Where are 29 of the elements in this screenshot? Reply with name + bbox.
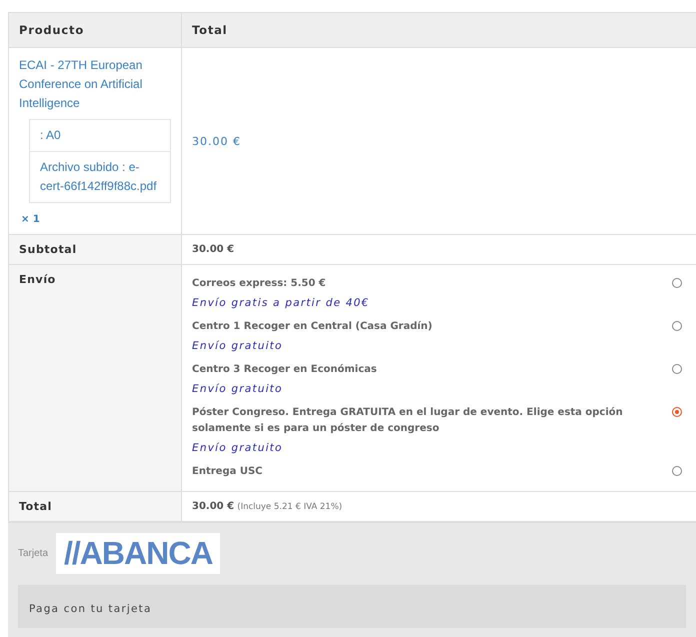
subtotal-value: 30.00 € xyxy=(192,244,236,255)
shipping-note: Envío gratuito xyxy=(192,340,284,352)
shipping-note: Envío gratuito xyxy=(192,442,284,454)
quantity: × 1 xyxy=(21,214,40,225)
product-link[interactable]: ECAI - 27TH European Conference on Artificial Intelligence xyxy=(19,56,171,113)
shipping-option: Póster Congreso. Entrega GRATUITA en el lugar de evento. Elige esta opción solamente si es para un póster de congreso xyxy=(192,405,642,437)
line-total: 30.00 € xyxy=(192,134,242,148)
column-header: Total xyxy=(182,13,696,48)
shipping-note: Envío gratis a partir de 40€ xyxy=(192,297,370,309)
shipping-option: Centro 1 Recoger en Central (Casa Gradín) xyxy=(192,319,432,335)
shipping-note: Envío gratuito xyxy=(192,383,284,395)
payment-method-label[interactable]: Tarjeta xyxy=(18,548,48,559)
shipping-option: Centro 3 Recoger en Económicas xyxy=(192,362,377,378)
bank-logo: //ABANCA xyxy=(56,533,220,574)
payment-description: Paga con tu tarjeta xyxy=(29,603,152,615)
row-label: Subtotal xyxy=(19,243,78,256)
column-header: Producto xyxy=(9,13,182,48)
shipping-option: Entrega USC xyxy=(192,464,262,480)
radio-button[interactable] xyxy=(672,407,682,417)
radio-button[interactable] xyxy=(672,364,682,374)
shipping-option: Correos express: 5.50 € xyxy=(192,276,370,292)
total-value: 30.00 € (Incluye 5.21 € IVA 21%) xyxy=(192,501,344,512)
radio-button[interactable] xyxy=(672,321,682,331)
radio-button[interactable] xyxy=(672,278,682,288)
row-label: Envío xyxy=(19,273,57,286)
row-label: Total xyxy=(19,500,54,513)
radio-button[interactable] xyxy=(672,466,682,476)
product-meta: : A0 xyxy=(40,127,62,144)
product-meta: Archivo subido : e-cert-66f142ff9f88c.pdf xyxy=(40,159,158,195)
